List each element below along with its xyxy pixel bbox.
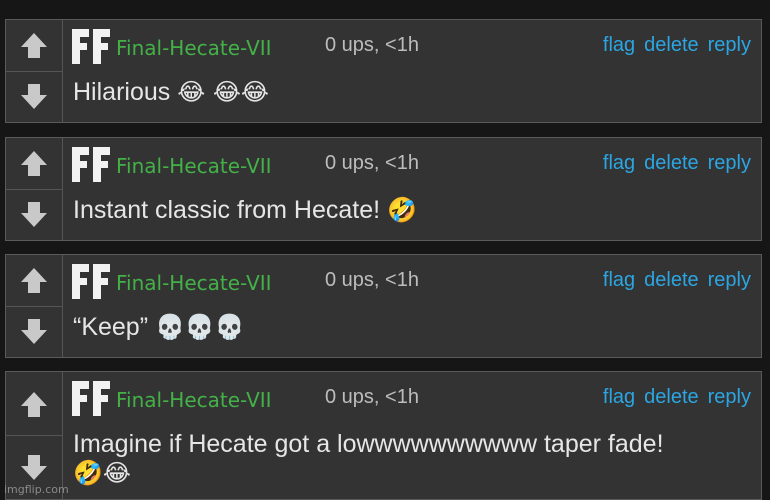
arrow-up-icon	[21, 33, 47, 59]
downvote-button[interactable]	[6, 72, 62, 123]
reply-link[interactable]: reply	[708, 34, 751, 57]
comment: Final-Hecate-VII 0 ups, <1h flag delete …	[5, 19, 762, 123]
reply-link[interactable]: reply	[708, 269, 751, 292]
username-link[interactable]: Final-Hecate-VII	[116, 271, 272, 295]
comment-meta: 0 ups, <1h	[325, 34, 419, 56]
reply-link[interactable]: reply	[708, 152, 751, 175]
comment-meta: 0 ups, <1h	[325, 386, 419, 408]
username-link[interactable]: Final-Hecate-VII	[116, 154, 272, 178]
comment-text-block: Instant classic from Hecate! 🤣	[73, 196, 741, 225]
vote-column	[6, 255, 63, 357]
delete-link[interactable]: delete	[644, 269, 699, 292]
comment-text-block: Imagine if Hecate got a lowwwwwwwwww tap…	[73, 430, 741, 488]
ff-avatar-icon[interactable]	[70, 144, 114, 184]
flag-link[interactable]: flag	[603, 152, 635, 175]
vote-column	[6, 20, 63, 122]
comment-text-block: “Keep” 💀💀💀	[73, 313, 741, 342]
arrow-down-icon	[21, 318, 47, 344]
comment-actions: flag delete reply	[603, 34, 751, 57]
arrow-up-icon	[21, 151, 47, 177]
rofl-laughing-emoji: 🤣😂	[73, 459, 131, 487]
delete-link[interactable]: delete	[644, 386, 699, 409]
delete-link[interactable]: delete	[644, 34, 699, 57]
upvote-button[interactable]	[6, 138, 62, 190]
comment-body: Final-Hecate-VII 0 ups, <1h flag delete …	[63, 138, 761, 240]
comment: Final-Hecate-VII 0 ups, <1h flag delete …	[5, 371, 762, 500]
comment: Final-Hecate-VII 0 ups, <1h flag delete …	[5, 137, 762, 241]
username-link[interactable]: Final-Hecate-VII	[116, 388, 272, 412]
comment-body: Final-Hecate-VII 0 ups, <1h flag delete …	[63, 20, 761, 122]
comment: Final-Hecate-VII 0 ups, <1h flag delete …	[5, 254, 762, 358]
arrow-up-icon	[21, 268, 47, 294]
comment-text: Imagine if Hecate got a lowwwwwwwwww tap…	[73, 430, 664, 458]
skull-emoji: 💀💀💀	[155, 313, 245, 341]
imgflip-watermark: imgflip.com	[4, 483, 69, 496]
ff-avatar-icon[interactable]	[70, 378, 114, 418]
comment-meta: 0 ups, <1h	[325, 269, 419, 291]
ff-avatar-icon[interactable]	[70, 26, 114, 66]
upvote-button[interactable]	[6, 255, 62, 307]
downvote-button[interactable]	[6, 307, 62, 358]
delete-link[interactable]: delete	[644, 152, 699, 175]
upvote-button[interactable]	[6, 372, 62, 436]
flag-link[interactable]: flag	[603, 34, 635, 57]
comment-text: “Keep”	[73, 313, 149, 341]
comment-actions: flag delete reply	[603, 152, 751, 175]
comment-actions: flag delete reply	[603, 269, 751, 292]
vote-column	[6, 372, 63, 499]
comment-meta: 0 ups, <1h	[325, 152, 419, 174]
reply-link[interactable]: reply	[708, 386, 751, 409]
comment-text-block: Hilarious 😂 😂😂	[73, 78, 741, 107]
rofl-emoji: 🤣	[387, 196, 417, 224]
ff-avatar-icon[interactable]	[70, 261, 114, 301]
vote-column	[6, 138, 63, 240]
comment-text: Instant classic from Hecate!	[73, 196, 381, 224]
flag-link[interactable]: flag	[603, 269, 635, 292]
upvote-button[interactable]	[6, 20, 62, 72]
username-link[interactable]: Final-Hecate-VII	[116, 36, 272, 60]
arrow-up-icon	[21, 391, 47, 417]
comment-text: Hilarious	[73, 78, 171, 106]
comment-body: Final-Hecate-VII 0 ups, <1h flag delete …	[63, 255, 761, 357]
laughing-emoji: 😂 😂😂	[177, 78, 269, 106]
arrow-down-icon	[21, 201, 47, 227]
downvote-button[interactable]	[6, 190, 62, 241]
arrow-down-icon	[21, 83, 47, 109]
comment-actions: flag delete reply	[603, 386, 751, 409]
flag-link[interactable]: flag	[603, 386, 635, 409]
arrow-down-icon	[21, 454, 47, 480]
comment-body: Final-Hecate-VII 0 ups, <1h flag delete …	[63, 372, 761, 499]
